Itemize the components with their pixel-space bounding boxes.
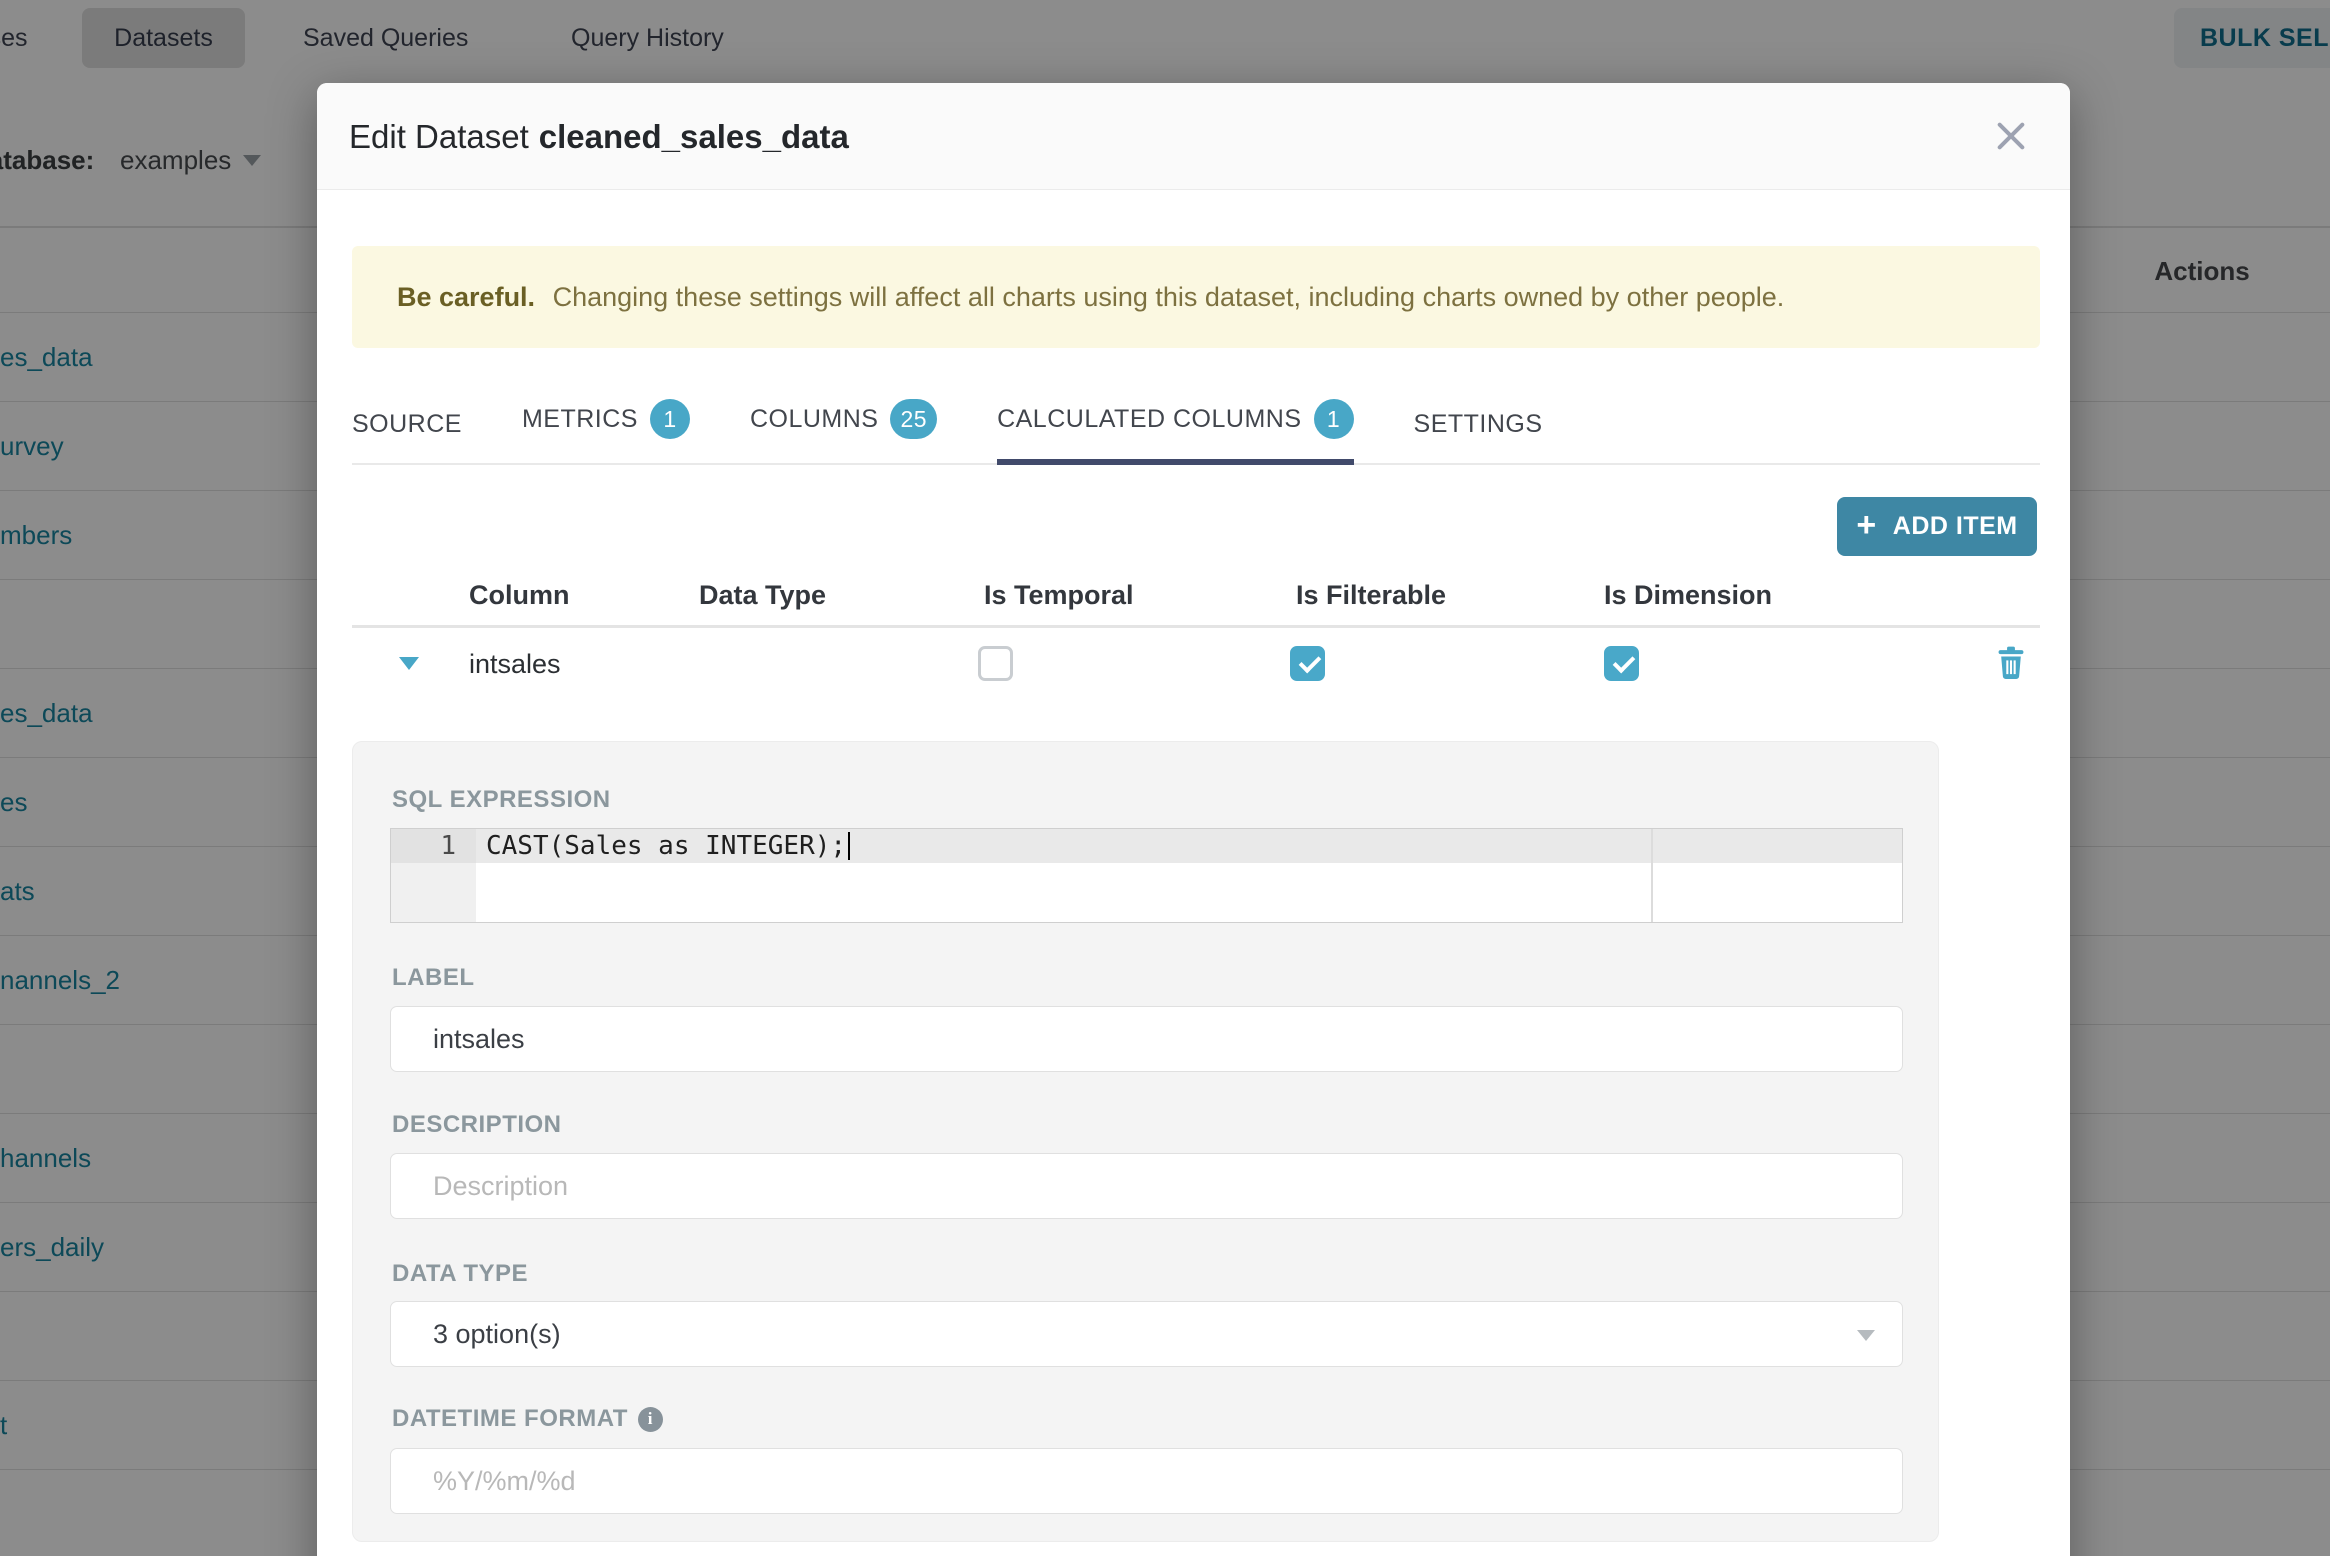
edit-dataset-modal: Edit Dataset cleaned_sales_data Be caref… xyxy=(317,83,2070,1556)
column-header-data-type: Data Type xyxy=(699,580,827,610)
is-dimension-checkbox[interactable] xyxy=(1604,646,1639,681)
chevron-down-icon xyxy=(1857,1330,1875,1341)
description-input[interactable] xyxy=(390,1153,1903,1219)
metrics-count-badge: 1 xyxy=(649,399,690,439)
warning-text: Changing these settings will affect all … xyxy=(552,281,1785,312)
is-temporal-checkbox[interactable] xyxy=(978,646,1013,681)
data-type-selected-value: 3 option(s) xyxy=(433,1318,561,1349)
label-field-label: LABEL xyxy=(392,964,475,991)
warning-bold-text: Be careful. xyxy=(397,281,536,312)
column-header-is-temporal: Is Temporal xyxy=(984,580,1134,610)
collapse-row-caret-icon[interactable] xyxy=(399,657,419,670)
column-header-column: Column xyxy=(469,580,570,610)
calculated-column-detail-card: SQL EXPRESSION 1 CAST(Sales as INTEGER);… xyxy=(352,741,1939,1542)
column-header-is-filterable: Is Filterable xyxy=(1296,580,1447,610)
tab-metrics[interactable]: METRICS 1 xyxy=(522,399,690,465)
is-filterable-checkbox[interactable] xyxy=(1290,646,1325,681)
tab-label: SETTINGS xyxy=(1413,410,1543,438)
data-type-field-label: DATA TYPE xyxy=(392,1260,529,1287)
line-number: 1 xyxy=(391,829,476,863)
calculated-columns-count-badge: 1 xyxy=(1313,399,1354,439)
sql-code-text: CAST(Sales as INTEGER); xyxy=(486,829,851,863)
modal-title-prefix: Edit Dataset xyxy=(349,117,529,155)
delete-trash-icon[interactable] xyxy=(1995,646,2027,680)
warning-banner: Be careful. Changing these settings will… xyxy=(352,246,2040,348)
tab-calculated-columns[interactable]: CALCULATED COLUMNS 1 xyxy=(997,399,1354,465)
tab-columns[interactable]: COLUMNS 25 xyxy=(749,399,938,465)
sql-expression-label: SQL EXPRESSION xyxy=(392,786,611,813)
text-cursor xyxy=(848,832,851,860)
label-input[interactable] xyxy=(390,1006,1903,1072)
plus-icon: + xyxy=(1856,506,1877,544)
tab-settings[interactable]: SETTINGS xyxy=(1414,410,1543,465)
add-item-button[interactable]: + ADD ITEM xyxy=(1837,497,2037,556)
datetime-format-field-label: DATETIME FORMAT i xyxy=(392,1405,663,1433)
tab-label: SOURCE xyxy=(352,410,462,438)
column-header-is-dimension: Is Dimension xyxy=(1604,580,1773,610)
modal-header: Edit Dataset cleaned_sales_data xyxy=(317,83,2070,190)
info-icon[interactable]: i xyxy=(637,1406,663,1432)
header-divider xyxy=(352,625,2040,628)
tab-source[interactable]: SOURCE xyxy=(352,410,462,465)
data-type-select[interactable]: 3 option(s) xyxy=(390,1301,1903,1367)
columns-count-badge: 25 xyxy=(890,399,938,439)
datetime-format-input[interactable] xyxy=(390,1448,1903,1514)
tab-label: METRICS xyxy=(521,404,638,433)
tab-label: CALCULATED COLUMNS xyxy=(997,404,1302,433)
modal-title: Edit Dataset cleaned_sales_data xyxy=(349,83,849,190)
screen: Databases Datasets Saved Queries Query H… xyxy=(0,0,2330,1556)
description-field-label: DESCRIPTION xyxy=(392,1111,562,1138)
editor-gutter: 1 xyxy=(391,829,476,922)
modal-title-dataset-name: cleaned_sales_data xyxy=(538,117,849,155)
calculated-column-name: intsales xyxy=(469,649,561,679)
close-icon[interactable] xyxy=(1985,110,2037,162)
sql-expression-editor[interactable]: 1 CAST(Sales as INTEGER); xyxy=(390,828,1903,923)
tab-label: COLUMNS xyxy=(749,404,879,433)
add-item-label: ADD ITEM xyxy=(1892,512,2018,540)
modal-tabs: SOURCE METRICS 1 COLUMNS 25 CALCULATED C… xyxy=(352,375,2040,465)
editor-print-margin xyxy=(1651,829,1653,922)
